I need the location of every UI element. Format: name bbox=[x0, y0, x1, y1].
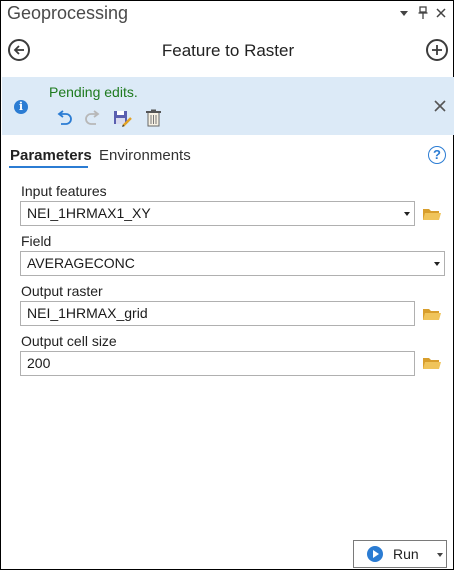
output-cell-size-label: Output cell size bbox=[21, 333, 117, 349]
output-raster-label: Output raster bbox=[21, 283, 103, 299]
chevron-down-icon[interactable] bbox=[396, 5, 412, 21]
pin-icon[interactable] bbox=[415, 5, 431, 21]
tab-parameters[interactable]: Parameters bbox=[10, 147, 92, 165]
field-dropdown[interactable]: AVERAGECONC bbox=[20, 251, 445, 276]
folder-browse-icon[interactable] bbox=[422, 355, 442, 371]
run-button[interactable]: Run bbox=[353, 540, 447, 568]
close-icon[interactable] bbox=[433, 5, 449, 21]
chevron-down-icon bbox=[434, 262, 440, 266]
info-icon: i bbox=[14, 100, 28, 114]
redo-icon[interactable] bbox=[83, 108, 103, 128]
discard-edits-icon[interactable] bbox=[144, 108, 164, 128]
run-button-label: Run bbox=[393, 546, 419, 562]
pending-edits-bar: i Pending edits. bbox=[2, 77, 454, 135]
close-icon[interactable] bbox=[433, 99, 447, 113]
field-value: AVERAGECONC bbox=[27, 255, 135, 271]
pending-edits-message: Pending edits. bbox=[49, 84, 138, 100]
folder-browse-icon[interactable] bbox=[422, 206, 442, 222]
input-features-value: NEI_1HRMAX1_XY bbox=[27, 205, 151, 221]
tab-environments[interactable]: Environments bbox=[99, 147, 191, 165]
play-icon bbox=[367, 546, 383, 562]
output-cell-size-input[interactable]: 200 bbox=[20, 351, 415, 376]
undo-icon[interactable] bbox=[54, 108, 74, 128]
input-features-dropdown[interactable]: NEI_1HRMAX1_XY bbox=[20, 201, 415, 226]
field-label: Field bbox=[21, 233, 52, 249]
active-tab-indicator bbox=[9, 166, 88, 168]
input-features-label: Input features bbox=[21, 183, 107, 199]
geoprocessing-pane: Geoprocessing Feature to Raster i Pendin… bbox=[0, 0, 454, 570]
folder-browse-icon[interactable] bbox=[422, 306, 442, 322]
chevron-down-icon bbox=[404, 212, 410, 216]
output-raster-input[interactable]: NEI_1HRMAX_grid bbox=[20, 301, 415, 326]
help-icon[interactable]: ? bbox=[428, 146, 446, 164]
output-cell-size-value: 200 bbox=[27, 355, 51, 371]
chevron-down-icon[interactable] bbox=[437, 553, 443, 557]
save-edits-icon[interactable] bbox=[113, 108, 133, 128]
pane-title: Geoprocessing bbox=[7, 3, 129, 23]
tool-title: Feature to Raster bbox=[161, 41, 295, 60]
plus-circle-icon[interactable] bbox=[426, 39, 448, 61]
output-raster-value: NEI_1HRMAX_grid bbox=[27, 305, 148, 321]
